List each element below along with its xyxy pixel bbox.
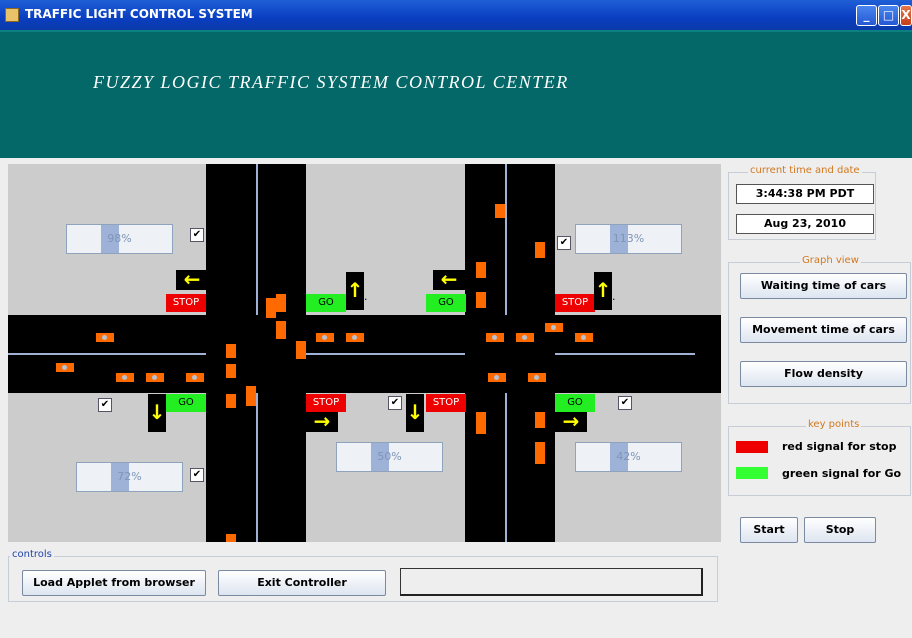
car	[516, 333, 534, 342]
car	[56, 363, 74, 372]
arrow-left-icon: ←	[433, 269, 465, 290]
car	[116, 373, 134, 382]
waiting-time-button[interactable]: Waiting time of cars	[740, 273, 907, 299]
minimize-button[interactable]: _	[856, 5, 877, 26]
arrow-up-icon: ↑	[346, 272, 364, 310]
car	[296, 341, 306, 359]
lane-checkbox[interactable]: ✔	[557, 236, 571, 250]
stop-signal: STOP	[166, 294, 206, 312]
car	[226, 344, 236, 358]
arrow-up-icon: ↑	[594, 272, 612, 310]
car	[96, 333, 114, 342]
load-applet-button[interactable]: Load Applet from browser	[22, 570, 206, 596]
start-button[interactable]: Start	[740, 517, 798, 543]
stop-button[interactable]: Stop	[804, 517, 876, 543]
car	[486, 333, 504, 342]
maximize-button[interactable]: □	[878, 5, 899, 26]
lane-divider	[306, 353, 465, 355]
go-signal: GO	[426, 294, 466, 312]
car	[226, 364, 236, 378]
car	[476, 262, 486, 278]
lane-divider	[256, 393, 258, 542]
car	[545, 323, 563, 332]
time-date-legend: current time and date	[748, 165, 862, 176]
green-swatch	[736, 467, 768, 479]
density-bar-north-east: 113%	[575, 224, 682, 254]
go-signal: GO	[306, 294, 346, 312]
car	[316, 333, 334, 342]
title-bar[interactable]: TRAFFIC LIGHT CONTROL SYSTEM _ □ X	[0, 0, 912, 30]
density-percent: 50%	[377, 450, 402, 463]
current-time: 3:44:38 PM PDT	[736, 184, 874, 204]
car	[276, 294, 286, 312]
lane-divider	[505, 393, 507, 542]
car	[276, 321, 286, 339]
car	[535, 242, 545, 258]
arrow-right-icon: →	[555, 411, 587, 432]
status-text-field[interactable]	[400, 568, 703, 596]
header-title: FUZZY LOGIC TRAFFIC SYSTEM CONTROL CENTE…	[93, 72, 569, 92]
density-bar-south-center: 50%	[336, 442, 443, 472]
lane-checkbox[interactable]: ✔	[190, 228, 204, 242]
red-swatch	[736, 441, 768, 453]
car	[495, 204, 505, 218]
graph-view-legend: Graph view	[800, 255, 861, 266]
stop-signal: STOP	[555, 294, 595, 312]
density-percent: 113%	[612, 232, 645, 245]
car	[488, 373, 506, 382]
indicator-dot: .	[364, 290, 368, 303]
car	[146, 373, 164, 382]
header-banner: FUZZY LOGIC TRAFFIC SYSTEM CONTROL CENTE…	[0, 30, 912, 158]
density-bar-south-west: 72%	[76, 462, 183, 492]
stop-signal: STOP	[426, 394, 466, 412]
red-key-label: red signal for stop	[782, 440, 897, 453]
arrow-left-icon: ←	[176, 269, 208, 290]
go-signal: GO	[166, 394, 206, 412]
car	[186, 373, 204, 382]
car	[476, 412, 486, 434]
lane-checkbox[interactable]: ✔	[618, 396, 632, 410]
arrow-right-icon: →	[306, 411, 338, 432]
lane-checkbox[interactable]: ✔	[98, 398, 112, 412]
car	[266, 298, 276, 318]
green-key-label: green signal for Go	[782, 467, 902, 480]
arrow-down-icon: ↓	[148, 394, 166, 432]
movement-time-button[interactable]: Movement time of cars	[740, 317, 907, 343]
car	[575, 333, 593, 342]
key-points-legend: key points	[806, 419, 862, 430]
density-bar-north-west: 98%	[66, 224, 173, 254]
application-window: TRAFFIC LIGHT CONTROL SYSTEM _ □ X FUZZY…	[0, 0, 912, 638]
car	[528, 373, 546, 382]
car	[246, 386, 256, 406]
key-points-panel	[728, 426, 911, 496]
car	[226, 534, 236, 542]
java-app-icon	[5, 8, 19, 22]
flow-density-button[interactable]: Flow density	[740, 361, 907, 387]
car	[535, 442, 545, 464]
window-title: TRAFFIC LIGHT CONTROL SYSTEM	[25, 7, 253, 21]
indicator-dot: .	[612, 290, 616, 303]
lane-checkbox[interactable]: ✔	[388, 396, 402, 410]
current-date: Aug 23, 2010	[736, 214, 874, 234]
density-percent: 72%	[117, 470, 142, 483]
lane-divider	[8, 353, 206, 355]
lane-checkbox[interactable]: ✔	[190, 468, 204, 482]
density-percent: 42%	[616, 450, 641, 463]
density-percent: 98%	[107, 232, 132, 245]
controls-legend: controls	[10, 549, 54, 560]
lane-divider	[256, 164, 258, 315]
car	[346, 333, 364, 342]
car	[476, 292, 486, 308]
close-button[interactable]: X	[900, 5, 912, 26]
arrow-down-icon: ↓	[406, 394, 424, 432]
intersection-canvas: STOP GO GO STOP GO STOP STOP GO ← ↑ . ← …	[8, 164, 721, 542]
car	[226, 394, 236, 408]
lane-divider	[555, 353, 695, 355]
density-bar-south-east: 42%	[575, 442, 682, 472]
exit-controller-button[interactable]: Exit Controller	[218, 570, 386, 596]
car	[535, 412, 545, 428]
lane-divider	[505, 164, 507, 315]
